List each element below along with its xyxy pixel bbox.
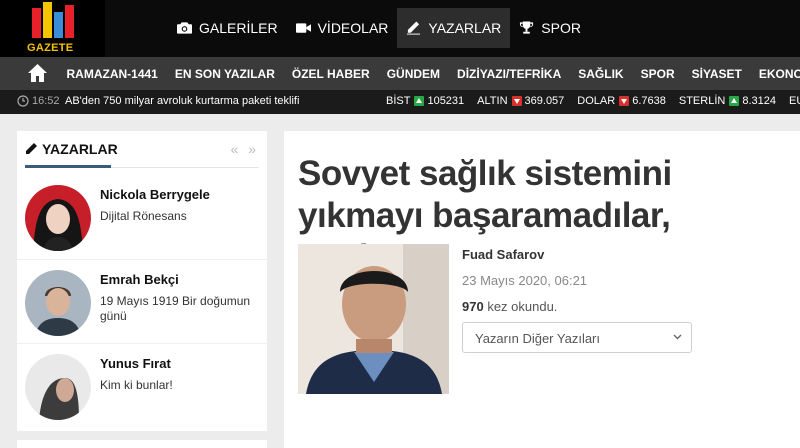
nav-spor-label: SPOR bbox=[541, 20, 581, 36]
authors-sidebar: YAZARLAR « » Nickola Berrygele Dijital R… bbox=[17, 131, 267, 431]
next-widget-edge bbox=[17, 440, 267, 448]
author-photo bbox=[298, 244, 449, 394]
category-diziyazi[interactable]: DİZİYAZI/TEFRİKA bbox=[449, 67, 570, 81]
chevron-down-icon bbox=[673, 334, 682, 340]
market-altin: ALTIN 369.057 bbox=[477, 95, 564, 107]
video-icon bbox=[295, 23, 311, 33]
pencil-icon bbox=[26, 142, 37, 154]
other-articles-select[interactable]: Yazarın Diğer Yazıları bbox=[462, 322, 692, 353]
market-dolar: DOLAR 6.7638 bbox=[577, 95, 666, 107]
category-ozel-haber[interactable]: ÖZEL HABER bbox=[283, 67, 378, 81]
logo-text: GAZETE bbox=[27, 42, 74, 54]
read-count-number: 970 bbox=[462, 299, 484, 314]
author-column-title[interactable]: 19 Mayıs 1919 Bir doğumun günü bbox=[100, 294, 265, 324]
market-name: DOLAR bbox=[577, 95, 616, 107]
select-label: Yazarın Diğer Yazıları bbox=[475, 331, 600, 346]
market-rates: BİST 105231 ALTIN 369.057 DOLAR 6.7638 S… bbox=[386, 95, 800, 107]
arrow-up-icon bbox=[729, 96, 740, 106]
arrow-down-icon bbox=[511, 96, 522, 106]
author-name[interactable]: Nickola Berrygele bbox=[100, 187, 210, 202]
author-column-title[interactable]: Dijital Rönesans bbox=[100, 209, 265, 224]
category-siyaset[interactable]: SİYASET bbox=[683, 67, 750, 81]
author-item[interactable]: Yunus Fırat Kim ki bunlar! bbox=[17, 343, 267, 425]
sidebar-title: YAZARLAR bbox=[42, 141, 118, 157]
market-euro: EURO bbox=[789, 95, 800, 107]
market-value: 6.7638 bbox=[632, 95, 666, 107]
category-en-son-yazilar[interactable]: EN SON YAZILAR bbox=[166, 67, 283, 81]
ticker-time: 16:52 bbox=[32, 95, 60, 107]
author-column-title[interactable]: Kim ki bunlar! bbox=[100, 378, 265, 393]
avatar bbox=[25, 354, 91, 420]
nav-galeriler-label: GALERİLER bbox=[199, 20, 278, 36]
carousel-arrows[interactable]: « » bbox=[231, 141, 259, 157]
category-ekonomi[interactable]: EKONOMİ bbox=[750, 67, 800, 81]
avatar bbox=[25, 185, 91, 251]
market-name: BİST bbox=[386, 95, 411, 107]
top-header: GAZETE GALERİLER VİDEOLAR YAZARLAR SPOR bbox=[0, 0, 800, 57]
camera-icon bbox=[177, 22, 192, 34]
nav-yazarlar-label: YAZARLAR bbox=[428, 20, 502, 36]
logo-mark-icon bbox=[32, 2, 74, 38]
market-name: STERLİN bbox=[678, 95, 726, 107]
market-name: ALTIN bbox=[477, 95, 508, 107]
nav-yazarlar[interactable]: YAZARLAR bbox=[397, 8, 511, 48]
news-ticker: 16:52 AB'den 750 milyar avroluk kurtarma… bbox=[0, 90, 800, 114]
read-count: 970 kez okundu. bbox=[462, 299, 557, 314]
read-count-suffix: kez okundu. bbox=[483, 299, 558, 314]
market-sterlin: STERLİN 8.3124 bbox=[679, 95, 776, 107]
site-logo[interactable]: GAZETE bbox=[0, 0, 105, 57]
category-ramazan[interactable]: RAMAZAN-1441 bbox=[58, 67, 166, 81]
arrow-down-icon bbox=[619, 96, 630, 106]
nav-videolar[interactable]: VİDEOLAR bbox=[287, 8, 398, 48]
category-list: RAMAZAN-1441 EN SON YAZILAR ÖZEL HABER G… bbox=[58, 57, 800, 90]
market-name: EURO bbox=[788, 95, 800, 107]
article-panel: Sovyet sağlık sistemini yıkmayı başarama… bbox=[284, 131, 800, 448]
author-item[interactable]: Nickola Berrygele Dijital Rönesans bbox=[17, 175, 267, 257]
nav-spor[interactable]: SPOR bbox=[510, 8, 590, 48]
article-date: 23 Mayıs 2020, 06:21 bbox=[462, 273, 588, 288]
ticker-headline[interactable]: AB'den 750 milyar avroluk kurtarma paket… bbox=[65, 95, 299, 107]
market-value: 8.3124 bbox=[742, 95, 776, 107]
arrow-up-icon bbox=[414, 96, 425, 106]
nav-galeriler[interactable]: GALERİLER bbox=[168, 8, 287, 48]
author-name[interactable]: Emrah Bekçi bbox=[100, 272, 179, 287]
sidebar-heading: YAZARLAR bbox=[25, 141, 118, 157]
author-item[interactable]: Emrah Bekçi 19 Mayıs 1919 Bir doğumun gü… bbox=[17, 259, 267, 341]
article-author[interactable]: Fuad Safarov bbox=[462, 247, 544, 262]
trophy-icon bbox=[520, 21, 534, 34]
top-nav: GALERİLER VİDEOLAR YAZARLAR SPOR bbox=[168, 8, 590, 48]
pencil-icon bbox=[407, 21, 421, 35]
clock-icon bbox=[17, 95, 29, 107]
market-value: 369.057 bbox=[524, 95, 565, 107]
author-name[interactable]: Yunus Fırat bbox=[100, 356, 171, 371]
category-saglik[interactable]: SAĞLIK bbox=[570, 67, 632, 81]
home-icon[interactable] bbox=[27, 63, 48, 83]
market-bist: BİST 105231 bbox=[386, 95, 464, 107]
category-bar: RAMAZAN-1441 EN SON YAZILAR ÖZEL HABER G… bbox=[0, 57, 800, 90]
category-spor[interactable]: SPOR bbox=[632, 67, 683, 81]
category-gundem[interactable]: GÜNDEM bbox=[378, 67, 448, 81]
nav-videolar-label: VİDEOLAR bbox=[317, 20, 389, 36]
heading-underline bbox=[25, 165, 111, 168]
avatar bbox=[25, 270, 91, 336]
market-value: 105231 bbox=[427, 95, 465, 107]
